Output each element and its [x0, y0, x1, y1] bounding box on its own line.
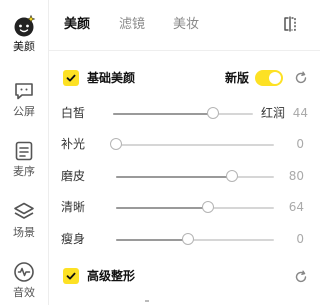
- slim-body-slider[interactable]: [116, 233, 274, 245]
- face-beauty-icon: [14, 14, 36, 37]
- slim-body-value: 0: [296, 232, 304, 246]
- sidebar-item-beauty[interactable]: 美颜: [0, 14, 48, 54]
- whitening-slider[interactable]: [113, 107, 253, 119]
- sidebar: 美颜 公屏 麦序 场景 音效: [0, 0, 49, 305]
- smoothing-slider[interactable]: [116, 170, 274, 182]
- tab-filter[interactable]: 滤镜: [119, 16, 145, 34]
- sidebar-item-label: 美颜: [13, 40, 35, 53]
- new-version-toggle[interactable]: [255, 70, 283, 86]
- clarity-value: 64: [288, 200, 304, 214]
- rosy-label: 红润: [261, 106, 286, 120]
- fill-light-value: 0: [296, 137, 304, 151]
- slider-thumb[interactable]: [182, 233, 194, 245]
- sidebar-item-label: 麦序: [13, 165, 35, 178]
- slider-thumb[interactable]: [110, 138, 122, 150]
- fill-light-slider[interactable]: [110, 138, 274, 150]
- sidebar-item-label: 音效: [13, 286, 35, 299]
- slim-body-label: 瘦身: [61, 232, 86, 246]
- layers-icon: [14, 202, 34, 219]
- waveform-icon: [14, 262, 34, 282]
- sidebar-item-scene[interactable]: 场景: [0, 200, 48, 240]
- clarity-slider[interactable]: [116, 201, 274, 213]
- advanced-shaping-title: 高级整形: [87, 269, 136, 283]
- sidebar-item-mic-order[interactable]: 麦序: [0, 139, 48, 179]
- slider-fill: [116, 176, 232, 178]
- list-icon: [15, 141, 33, 161]
- scroll-hint: [145, 300, 149, 302]
- toggle-knob: [269, 72, 281, 84]
- fill-light-label: 补光: [61, 137, 86, 151]
- new-version-label: 新版: [225, 71, 250, 85]
- tab-bar: 美颜 滤镜 美妆: [49, 0, 320, 51]
- basic-beauty-title: 基础美颜: [87, 71, 136, 85]
- whitening-value: 44: [292, 106, 308, 120]
- sidebar-item-public-screen[interactable]: 公屏: [0, 79, 48, 119]
- smoothing-label: 磨皮: [61, 169, 86, 183]
- slider-fill: [116, 239, 188, 241]
- basic-beauty-checkbox[interactable]: [63, 70, 79, 86]
- checkmark-icon: [66, 74, 76, 82]
- reset-icon[interactable]: [294, 71, 308, 85]
- slider-fill: [116, 207, 208, 209]
- checkmark-icon: [66, 272, 76, 280]
- chat-bubble-icon: [15, 83, 33, 100]
- sidebar-item-label: 公屏: [13, 105, 35, 118]
- reset-icon[interactable]: [294, 270, 308, 284]
- tab-beauty[interactable]: 美颜: [64, 16, 90, 34]
- sidebar-item-label: 场景: [13, 226, 35, 239]
- slider-fill: [113, 113, 213, 115]
- slider-thumb[interactable]: [202, 201, 214, 213]
- sidebar-item-sound-effect[interactable]: 音效: [0, 260, 48, 300]
- clarity-label: 清晰: [61, 200, 86, 214]
- whitening-label: 白皙: [61, 106, 86, 120]
- slider-thumb[interactable]: [207, 107, 219, 119]
- tab-makeup[interactable]: 美妆: [173, 16, 199, 34]
- compare-icon[interactable]: [281, 15, 299, 33]
- beauty-panel: 美颜 滤镜 美妆 基础美颜 新版 白皙 红润 44 补光 0 磨皮 80 清晰 …: [49, 0, 320, 305]
- slider-thumb[interactable]: [226, 170, 238, 182]
- advanced-shaping-checkbox[interactable]: [63, 268, 79, 284]
- smoothing-value: 80: [288, 169, 304, 183]
